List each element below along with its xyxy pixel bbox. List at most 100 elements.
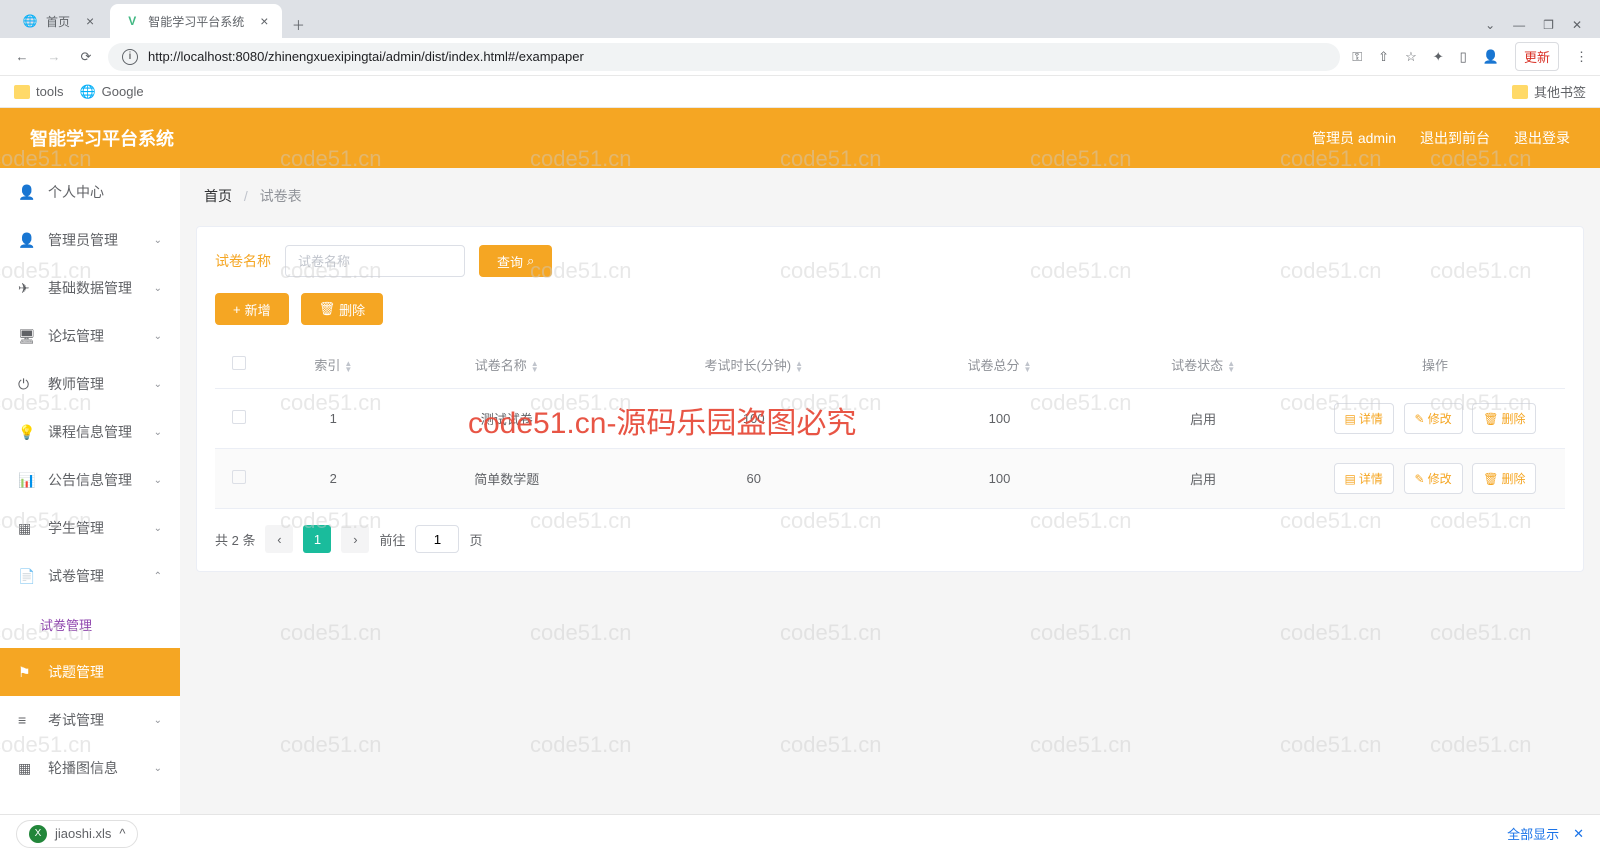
bookmark-google[interactable]: 🌐 Google (79, 84, 143, 100)
edit-button[interactable]: ✎修改 (1404, 463, 1463, 494)
goto-input[interactable] (415, 525, 459, 553)
chevron-down-icon: ⌄ (154, 523, 162, 534)
table-header[interactable]: 试卷名称▲▼ (404, 341, 610, 389)
total-count: 共 2 条 (215, 530, 255, 549)
app-header: 智能学习平台系统 管理员 admin 退出到前台 退出登录 (0, 108, 1600, 168)
chevron-down-icon: ⌄ (154, 427, 162, 438)
chevron-down-icon: ⌄ (154, 763, 162, 774)
back-icon[interactable]: ← (12, 47, 32, 67)
reload-icon[interactable]: ⟳ (76, 47, 96, 67)
chevron-down-icon: ⌄ (154, 715, 162, 726)
update-button[interactable]: 更新 (1515, 42, 1559, 71)
detail-button[interactable]: ▤详情 (1334, 463, 1394, 494)
sidebar-item[interactable]: 📄试卷管理⌃ (0, 552, 180, 600)
row-checkbox[interactable] (232, 410, 246, 424)
logout-front-button[interactable]: 退出到前台 (1420, 128, 1490, 148)
user-label[interactable]: 管理员 admin (1312, 128, 1396, 148)
sidebar-item[interactable]: 👤管理员管理⌄ (0, 216, 180, 264)
breadcrumb-current: 试卷表 (260, 188, 302, 204)
delete-button[interactable]: 🗑 删除 (301, 293, 384, 325)
grid-icon: ▦ (18, 760, 36, 777)
tab-app[interactable]: V 智能学习平台系统 × (110, 4, 282, 38)
bookmark-tools[interactable]: tools (14, 84, 63, 99)
chevron-down-icon: ⌄ (154, 283, 162, 294)
table-header[interactable]: 考试时长(分钟)▲▼ (610, 341, 898, 389)
info-icon[interactable]: i (122, 49, 138, 65)
sort-icon: ▲▼ (531, 361, 539, 373)
main-content: 首页 / 试卷表 试卷名称 查询 ⌕ + 新增 🗑 删除 (180, 168, 1600, 814)
download-item[interactable]: X jiaoshi.xls ^ (16, 820, 138, 848)
detail-button[interactable]: ▤详情 (1334, 403, 1394, 434)
goto-label: 前往 (379, 530, 405, 549)
close-icon[interactable]: × (260, 13, 268, 29)
bookmark-other[interactable]: 其他书签 (1512, 82, 1586, 101)
doc-icon: ▤ (1345, 472, 1356, 486)
new-tab-button[interactable]: ＋ (284, 10, 312, 38)
cell-score: 100 (898, 389, 1102, 449)
extension-icon[interactable]: ✦ (1433, 49, 1444, 65)
logout-button[interactable]: 退出登录 (1514, 128, 1570, 148)
monitor-icon: 🖥 (18, 328, 36, 345)
delete-row-button[interactable]: 🗑删除 (1472, 403, 1536, 434)
minimize-icon[interactable]: — (1513, 18, 1525, 32)
send-icon: ✈ (18, 280, 36, 297)
window-dropdown-icon[interactable]: ⌄ (1485, 18, 1495, 32)
sidebar-item[interactable]: ⏻教师管理⌄ (0, 360, 180, 408)
show-all-downloads[interactable]: 全部显示 (1507, 824, 1559, 843)
table-header: 操作 (1305, 341, 1565, 389)
select-all-checkbox[interactable] (232, 356, 246, 370)
next-page-button[interactable]: › (341, 525, 369, 553)
close-icon[interactable]: × (86, 13, 94, 29)
sidebar-sub-exam-paper[interactable]: 试卷管理 (0, 600, 180, 648)
flag-icon: ⚑ (18, 664, 36, 681)
profile-icon[interactable]: 👤 (1483, 49, 1499, 65)
grid-icon: ▦ (18, 520, 36, 537)
prev-page-button[interactable]: ‹ (265, 525, 293, 553)
maximize-icon[interactable]: ❐ (1543, 18, 1554, 32)
chevron-up-icon: ^ (119, 826, 125, 841)
app-title: 智能学习平台系统 (30, 125, 174, 151)
share-icon[interactable]: ⇧ (1378, 49, 1389, 65)
table-header[interactable]: 试卷总分▲▼ (898, 341, 1102, 389)
query-button[interactable]: 查询 ⌕ (479, 245, 552, 277)
forward-icon[interactable]: → (44, 47, 64, 67)
trash-icon: 🗑 (1483, 412, 1498, 426)
sidebar-item[interactable]: 🖥论坛管理⌄ (0, 312, 180, 360)
sidebar-item-question[interactable]: ⚑试题管理 (0, 648, 180, 696)
row-checkbox[interactable] (232, 470, 246, 484)
key-icon[interactable]: ⚿ (1352, 49, 1362, 65)
table-header[interactable]: 试卷状态▲▼ (1101, 341, 1305, 389)
sidebar-item[interactable]: 💡课程信息管理⌄ (0, 408, 180, 456)
sidebar-item[interactable]: ≡考试管理⌄ (0, 696, 180, 744)
cell-name: 测试试卷 (404, 389, 610, 449)
chart-icon: 📊 (18, 472, 36, 489)
panel-icon[interactable]: ▯ (1460, 49, 1467, 65)
table-header (215, 341, 263, 389)
sidebar-item[interactable]: 👤个人中心 (0, 168, 180, 216)
power-icon: ⏻ (18, 376, 36, 393)
search-input[interactable] (285, 245, 465, 277)
star-icon[interactable]: ☆ (1405, 49, 1417, 65)
table-header[interactable]: 索引▲▼ (263, 341, 404, 389)
download-bar: X jiaoshi.xls ^ 全部显示 ✕ (0, 814, 1600, 852)
close-window-icon[interactable]: ✕ (1572, 18, 1582, 32)
close-icon[interactable]: ✕ (1573, 826, 1584, 842)
folder-icon (14, 85, 30, 99)
chevron-down-icon: ⌄ (154, 475, 162, 486)
sidebar-item[interactable]: ▦学生管理⌄ (0, 504, 180, 552)
sidebar-item[interactable]: ▦轮播图信息⌄ (0, 744, 180, 792)
edit-button[interactable]: ✎修改 (1404, 403, 1463, 434)
tab-home[interactable]: 🌐 首页 × (8, 4, 108, 38)
delete-row-button[interactable]: 🗑删除 (1472, 463, 1536, 494)
menu-icon[interactable]: ⋮ (1575, 49, 1588, 65)
data-table: 索引▲▼试卷名称▲▼考试时长(分钟)▲▼试卷总分▲▼试卷状态▲▼操作 1 测试试… (215, 341, 1565, 509)
breadcrumb-home[interactable]: 首页 (204, 188, 232, 204)
sort-icon: ▲▼ (344, 361, 352, 373)
add-button[interactable]: + 新增 (215, 293, 289, 325)
sidebar-item[interactable]: 📊公告信息管理⌄ (0, 456, 180, 504)
address-bar[interactable]: i http://localhost:8080/zhinengxuexiping… (108, 43, 1340, 71)
sort-icon: ▲▼ (1024, 361, 1032, 373)
search-label: 试卷名称 (215, 251, 271, 271)
sidebar-item[interactable]: ✈基础数据管理⌄ (0, 264, 180, 312)
page-1-button[interactable]: 1 (303, 525, 331, 553)
